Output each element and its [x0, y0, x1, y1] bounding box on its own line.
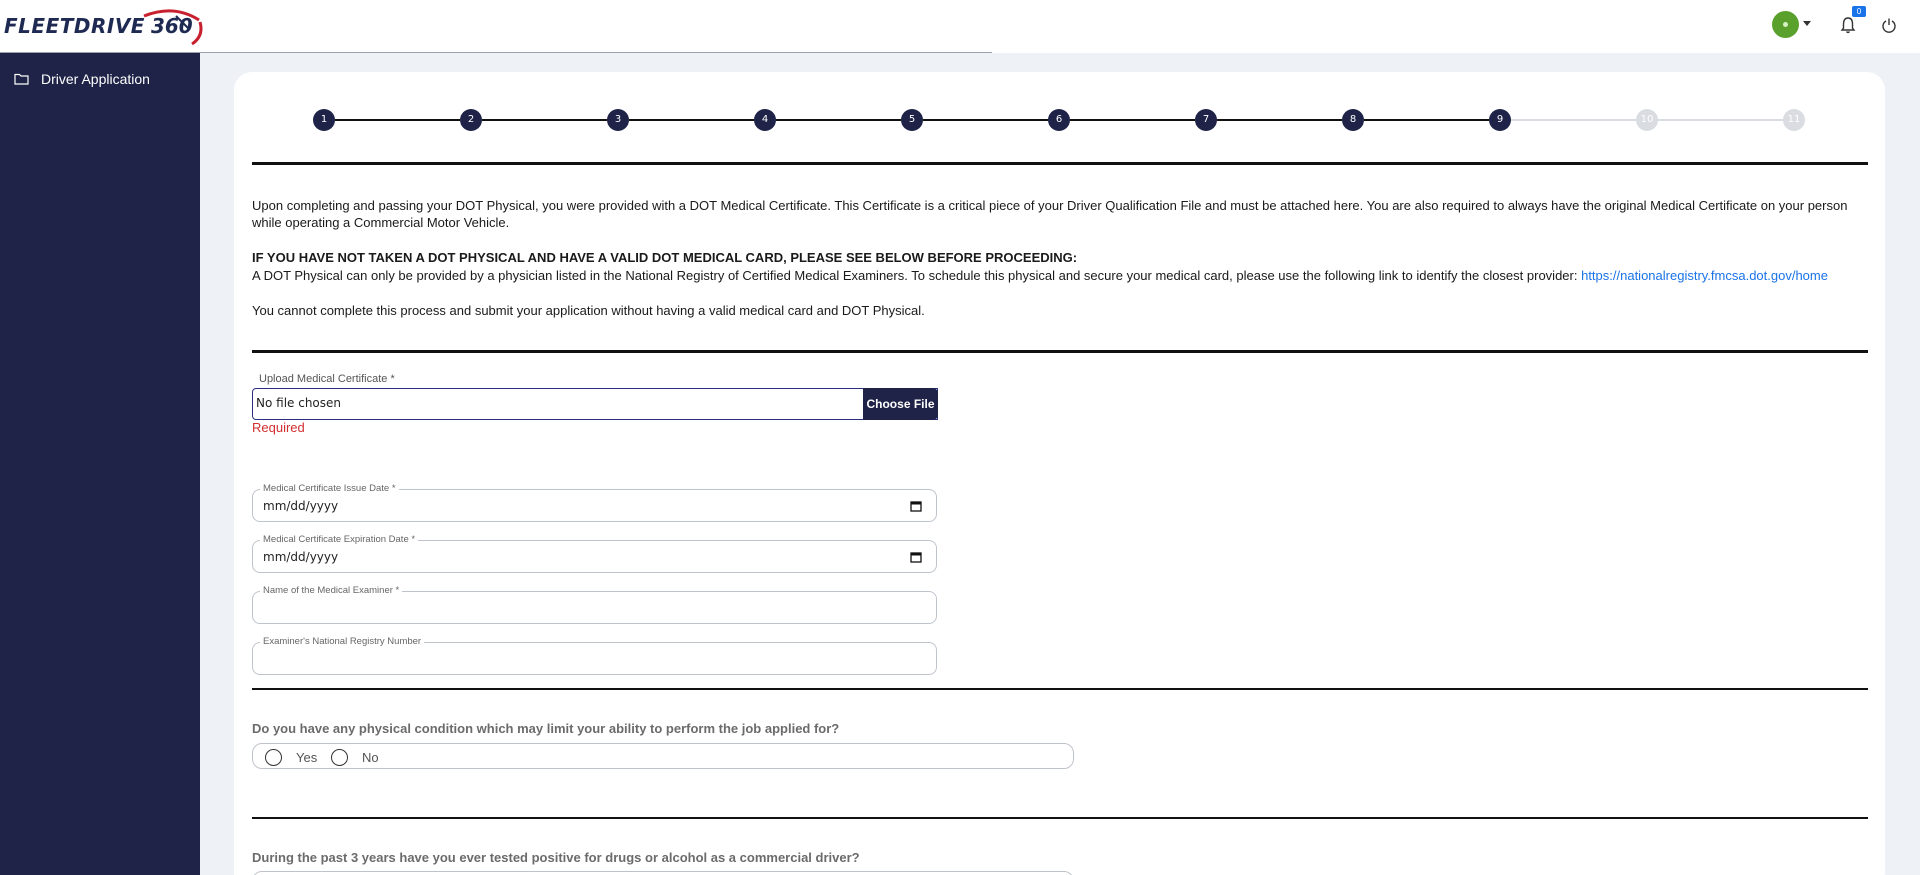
folder-icon — [14, 73, 29, 85]
step-8[interactable]: 8 — [1342, 109, 1364, 131]
divider — [252, 162, 1868, 165]
calendar-icon[interactable] — [910, 551, 922, 563]
radio-yes[interactable] — [265, 749, 282, 766]
sidebar: Driver Application — [0, 53, 200, 875]
step-connector — [335, 119, 460, 121]
step-connector — [776, 119, 901, 121]
notification-badge: 0 — [1852, 6, 1866, 17]
divider — [252, 350, 1868, 353]
step-4[interactable]: 4 — [754, 109, 776, 131]
step-connector — [1217, 119, 1342, 121]
registry-text: A DOT Physical can only be provided by a… — [252, 268, 1582, 283]
upload-filename: No file chosen — [256, 396, 342, 410]
sidebar-item-driver-application[interactable]: Driver Application — [14, 71, 150, 87]
step-6[interactable]: 6 — [1048, 109, 1070, 131]
divider — [252, 817, 1868, 819]
choose-file-button[interactable]: Choose File — [863, 388, 938, 420]
notice-paragraph: You cannot complete this process and sub… — [252, 303, 925, 318]
step-5[interactable]: 5 — [901, 109, 923, 131]
step-connector — [1511, 119, 1636, 121]
drug-test-options — [252, 871, 1074, 875]
divider — [252, 688, 1868, 690]
user-avatar[interactable] — [1772, 11, 1799, 38]
expiration-date-label: Medical Certificate Expiration Date * — [260, 534, 419, 545]
step-7[interactable]: 7 — [1195, 109, 1217, 131]
upload-field[interactable] — [252, 388, 938, 420]
upload-label: Upload Medical Certificate * — [256, 373, 398, 385]
examiner-name-label: Name of the Medical Examiner * — [260, 585, 403, 596]
step-11[interactable]: 11 — [1783, 109, 1805, 131]
radio-no[interactable] — [331, 749, 348, 766]
required-error: Required — [252, 420, 305, 435]
step-connector — [482, 119, 607, 121]
issue-date-label: Medical Certificate Issue Date * — [260, 483, 399, 494]
logo-swoosh-icon — [143, 9, 203, 46]
radio-no-label: No — [362, 750, 379, 765]
warning-heading: IF YOU HAVE NOT TAKEN A DOT PHYSICAL AND… — [252, 250, 1078, 265]
registry-number-label: Examiner's National Registry Number — [260, 636, 425, 647]
power-icon[interactable] — [1881, 17, 1897, 33]
step-10[interactable]: 10 — [1636, 109, 1658, 131]
expiration-date-value: mm/dd/yyyy — [263, 550, 339, 564]
national-registry-link[interactable]: https://nationalregistry.fmcsa.dot.gov/h… — [1581, 268, 1828, 283]
physical-condition-question: Do you have any physical condition which… — [252, 721, 840, 736]
issue-date-value: mm/dd/yyyy — [263, 499, 339, 513]
top-header: FLEETDRIVE 360 0 — [0, 0, 1920, 53]
sidebar-item-label: Driver Application — [41, 71, 150, 87]
status-dot — [1783, 22, 1788, 27]
chevron-down-icon[interactable] — [1803, 21, 1811, 26]
step-9[interactable]: 9 — [1489, 109, 1511, 131]
step-3[interactable]: 3 — [607, 109, 629, 131]
step-connector — [1364, 119, 1489, 121]
drug-test-question: During the past 3 years have you ever te… — [252, 850, 860, 865]
step-2[interactable]: 2 — [460, 109, 482, 131]
registry-paragraph: A DOT Physical can only be provided by a… — [252, 267, 1872, 284]
calendar-icon[interactable] — [910, 500, 922, 512]
step-connector — [1070, 119, 1195, 121]
fleetdrive-logo[interactable]: FLEETDRIVE 360 — [4, 6, 203, 46]
step-connector — [923, 119, 1048, 121]
step-connector — [629, 119, 754, 121]
step-1[interactable]: 1 — [313, 109, 335, 131]
intro-paragraph: Upon completing and passing your DOT Phy… — [252, 198, 1848, 230]
step-indicator: 1 2 3 4 5 6 7 8 9 10 11 — [313, 109, 1805, 131]
step-connector — [1658, 119, 1783, 121]
radio-yes-label: Yes — [296, 750, 318, 765]
bell-icon[interactable] — [1840, 16, 1856, 34]
